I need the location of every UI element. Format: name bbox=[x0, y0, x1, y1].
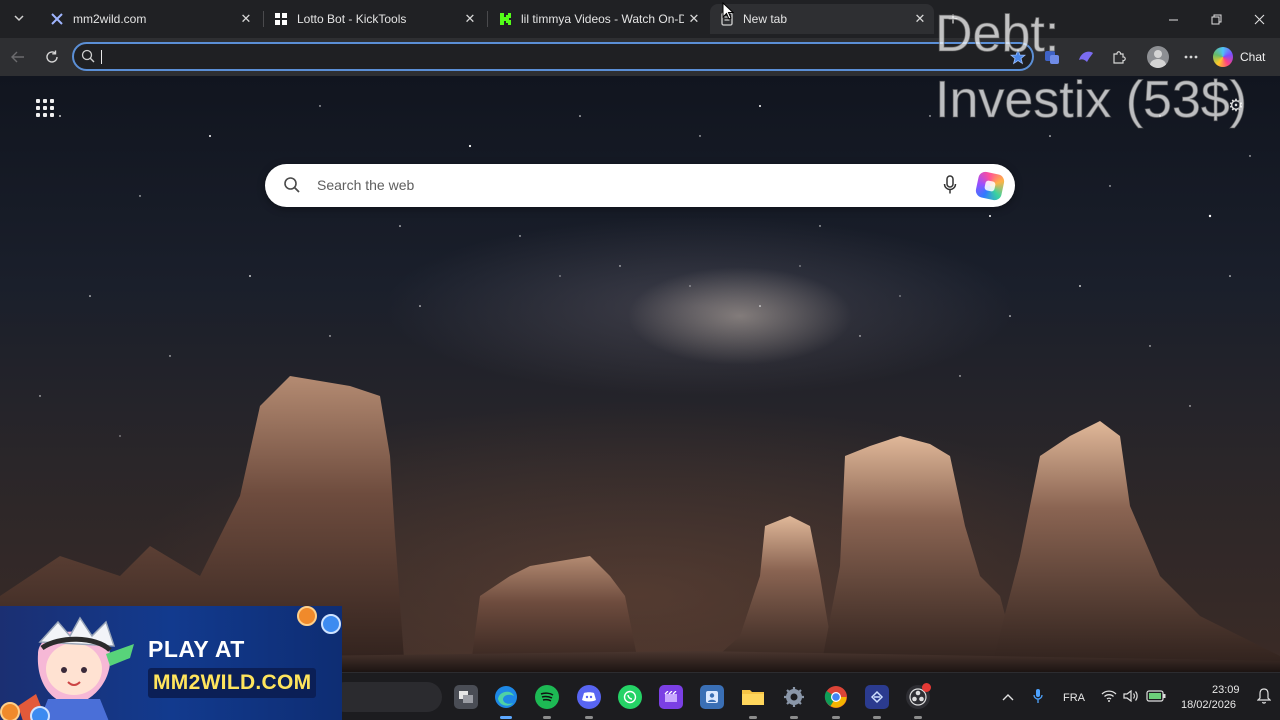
promo-headline: PLAY AT bbox=[148, 636, 245, 662]
address-bar[interactable] bbox=[72, 42, 1034, 71]
search-icon bbox=[283, 176, 301, 199]
extensions-puzzle-icon[interactable] bbox=[1108, 46, 1130, 68]
tab-mm2wild[interactable]: mm2wild.com ✕ bbox=[40, 4, 260, 34]
copilot-chat-button[interactable]: Chat bbox=[1213, 45, 1265, 69]
refresh-icon[interactable] bbox=[41, 46, 63, 68]
tab-close-icon[interactable]: ✕ bbox=[684, 9, 704, 29]
whatsapp-icon[interactable] bbox=[618, 685, 642, 709]
network-tool-icon[interactable] bbox=[865, 685, 889, 719]
clock-time[interactable]: 23:09 bbox=[1212, 684, 1240, 696]
volume-speaker-icon[interactable] bbox=[1123, 689, 1139, 705]
tab-title: lil timmya Videos - Watch On-Demand bbox=[521, 12, 684, 26]
discord-icon[interactable] bbox=[577, 685, 601, 719]
tab-kick-videos[interactable]: lil timmya Videos - Watch On-Demand ✕ bbox=[488, 4, 708, 34]
tab-title: mm2wild.com bbox=[73, 12, 147, 26]
address-search-icon bbox=[81, 49, 95, 68]
text-cursor bbox=[101, 50, 102, 64]
taskbar-search-field[interactable] bbox=[330, 682, 442, 712]
battery-charging-icon[interactable] bbox=[1146, 690, 1166, 705]
copilot-icon bbox=[1213, 47, 1233, 67]
orange-token-icon bbox=[0, 702, 20, 720]
new-tab-page: Search the web ⚙ bbox=[0, 76, 1280, 672]
tab-new-tab[interactable]: New tab ✕ bbox=[710, 4, 934, 34]
tab-close-icon[interactable]: ✕ bbox=[236, 9, 256, 29]
file-explorer-folder-icon[interactable] bbox=[741, 685, 765, 719]
kick-favicon-icon bbox=[498, 12, 512, 26]
show-hidden-icons-chevron-up-icon[interactable] bbox=[1002, 690, 1014, 704]
profile-avatar-icon[interactable] bbox=[1147, 46, 1169, 68]
tab-close-icon[interactable]: ✕ bbox=[910, 9, 930, 29]
tab-title: Lotto Bot - KickTools bbox=[297, 12, 407, 26]
close-window-icon[interactable] bbox=[1247, 8, 1271, 30]
more-options-ellipsis-icon[interactable] bbox=[1180, 46, 1202, 68]
mouse-cursor-icon bbox=[722, 2, 734, 20]
copilot-search-icon[interactable] bbox=[974, 170, 1006, 202]
web-search-box[interactable]: Search the web bbox=[265, 164, 1015, 207]
notification-bell-icon[interactable] bbox=[1256, 688, 1272, 707]
promo-banner: PLAY AT MM2WILD.COM bbox=[0, 606, 342, 720]
wifi-icon[interactable] bbox=[1101, 690, 1117, 705]
tab-title: New tab bbox=[743, 12, 788, 26]
edge-browser-icon[interactable] bbox=[494, 685, 518, 719]
settings-gear-icon[interactable] bbox=[782, 685, 806, 719]
search-placeholder: Search the web bbox=[317, 177, 415, 193]
blue-token-icon bbox=[321, 614, 341, 634]
orange-token-icon bbox=[297, 606, 317, 626]
clock-date[interactable]: 18/02/2026 bbox=[1181, 699, 1236, 711]
task-view-icon[interactable] bbox=[454, 685, 478, 709]
chrome-icon[interactable] bbox=[824, 685, 848, 719]
back-arrow-icon[interactable] bbox=[7, 46, 29, 68]
restore-icon[interactable] bbox=[1204, 8, 1228, 30]
tab-strip: mm2wild.com ✕ Lotto Bot - KickTools ✕ li… bbox=[0, 0, 1280, 38]
spotify-icon[interactable] bbox=[535, 685, 559, 719]
keyboard-language[interactable]: FRA bbox=[1063, 692, 1085, 704]
kicktools-favicon-icon bbox=[274, 12, 288, 26]
overlay-debt-label: Debt: bbox=[934, 5, 1060, 63]
blue-token-icon bbox=[30, 706, 50, 720]
tab-kicktools[interactable]: Lotto Bot - KickTools ✕ bbox=[264, 4, 484, 34]
promo-domain: MM2WILD.COM bbox=[153, 671, 312, 694]
overlay-debt-value: Investix (53$) bbox=[934, 71, 1248, 129]
promo-domain-box[interactable]: MM2WILD.COM bbox=[148, 668, 317, 698]
voice-search-microphone-icon[interactable] bbox=[943, 175, 957, 200]
clipchamp-icon[interactable] bbox=[659, 685, 683, 709]
user-card-app-icon[interactable] bbox=[700, 685, 724, 709]
extension-shape-icon[interactable] bbox=[1075, 46, 1097, 68]
recording-badge bbox=[922, 683, 931, 692]
tab-close-icon[interactable]: ✕ bbox=[460, 9, 480, 29]
apps-launcher-grid-icon[interactable] bbox=[34, 97, 56, 119]
mm2wild-favicon-icon bbox=[50, 12, 64, 26]
microphone-tray-icon[interactable] bbox=[1033, 688, 1043, 707]
anime-character-illustration bbox=[18, 616, 134, 720]
minimize-icon[interactable] bbox=[1161, 8, 1185, 30]
tab-actions-chevron-down-icon[interactable] bbox=[8, 7, 30, 29]
chat-label: Chat bbox=[1240, 50, 1266, 64]
